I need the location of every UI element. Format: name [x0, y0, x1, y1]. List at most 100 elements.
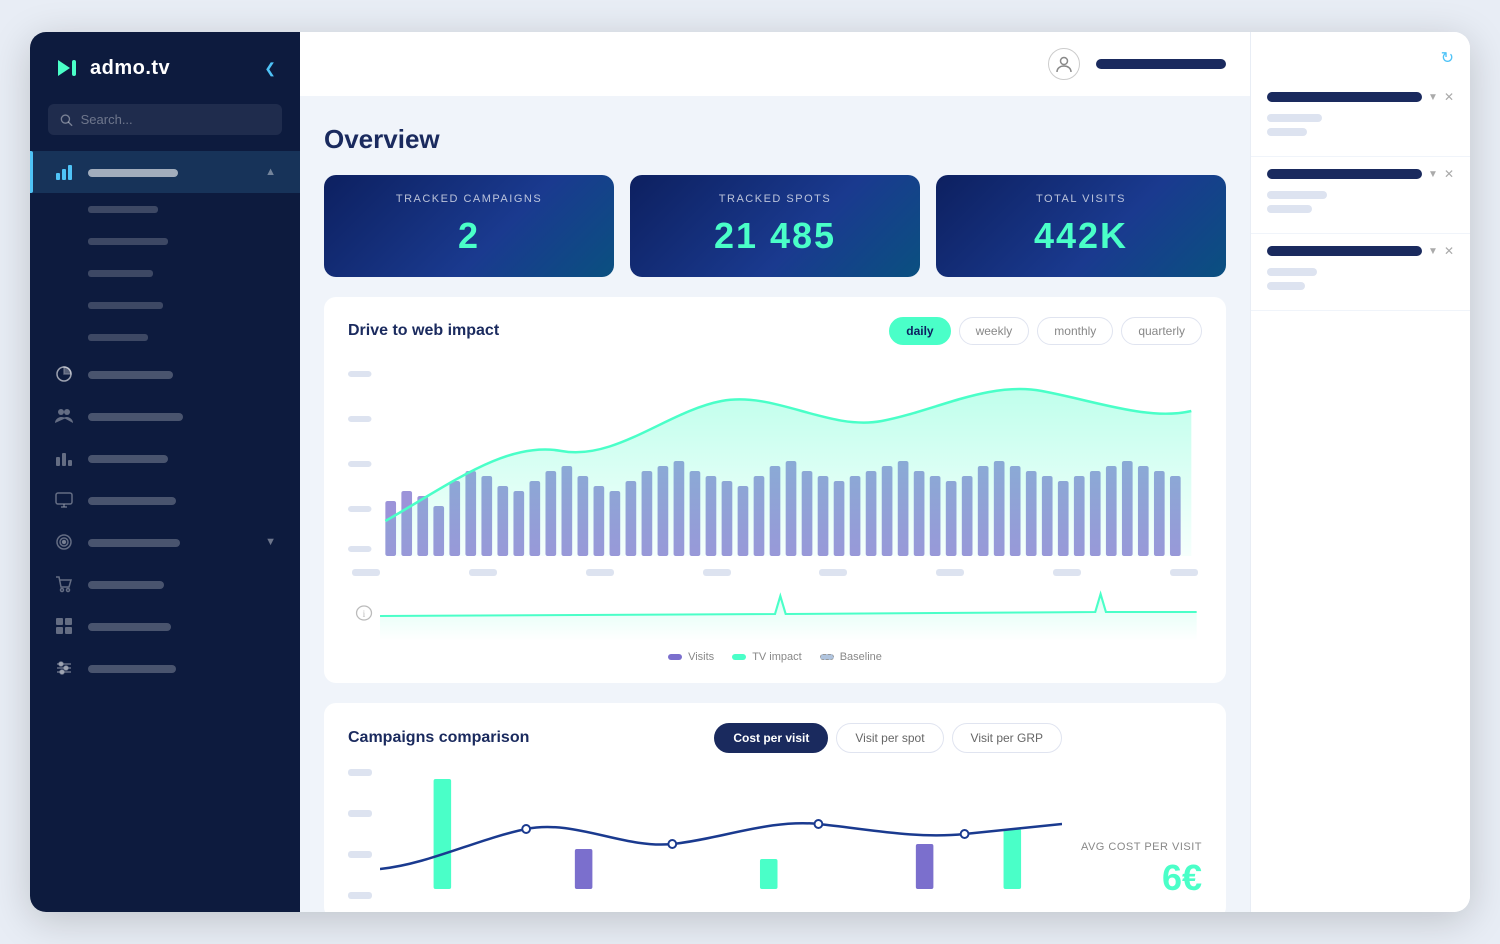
nav-label-bar-grid — [88, 623, 171, 631]
nav-target-chevron-icon: ▼ — [265, 536, 276, 548]
filter-chevron-1[interactable]: ▼ — [1428, 92, 1438, 103]
sidebar-item-grid[interactable] — [30, 605, 300, 647]
pie-chart-icon — [54, 364, 74, 384]
avg-cost-box: AVG COST PER VISIT 6€ — [1062, 723, 1202, 899]
filter-close-2[interactable]: ✕ — [1444, 167, 1454, 181]
nav-label-bar-cart — [88, 581, 164, 589]
sub-item-4[interactable] — [88, 289, 300, 321]
logo-icon — [54, 54, 82, 82]
bottom-chart-area — [380, 769, 1062, 899]
filter-close-3[interactable]: ✕ — [1444, 244, 1454, 258]
page-title: Overview — [324, 124, 1226, 155]
kpi-label-visits: TOTAL VISITS — [1036, 193, 1126, 205]
sidebar-item-target[interactable]: ▼ — [30, 521, 300, 563]
sub-item-2[interactable] — [88, 225, 300, 257]
bottom-chart-main: Campaigns comparison Cost per visit Visi… — [348, 723, 1062, 899]
search-bar[interactable] — [48, 104, 282, 135]
x-label-4 — [703, 569, 731, 576]
main-chart-area — [348, 361, 1202, 561]
filter-close-1[interactable]: ✕ — [1444, 90, 1454, 104]
chart-header: Drive to web impact daily weekly monthly… — [348, 317, 1202, 345]
x-label-6 — [936, 569, 964, 576]
sidebar-item-monitor[interactable] — [30, 479, 300, 521]
search-icon — [60, 113, 73, 127]
legend-baseline: Baseline — [820, 651, 882, 663]
btn-visit-per-grp[interactable]: Visit per GRP — [952, 723, 1062, 753]
btn-cost-per-visit[interactable]: Cost per visit — [714, 723, 828, 753]
tab-daily[interactable]: daily — [889, 317, 950, 345]
nav-label-bar-audience — [88, 413, 183, 421]
nav-label-cart — [88, 577, 276, 592]
refresh-icon[interactable]: ↻ — [1441, 48, 1454, 68]
kpi-card-spots: TRACKED SPOTS 21 485 — [630, 175, 920, 277]
tab-monthly[interactable]: monthly — [1037, 317, 1113, 345]
bottom-y-labels — [348, 769, 372, 899]
legend-baseline-dot — [820, 654, 834, 660]
kpi-row: TRACKED CAMPAIGNS 2 TRACKED SPOTS 21 485… — [324, 175, 1226, 277]
nav-label-grid — [88, 619, 276, 634]
search-input[interactable] — [81, 112, 270, 127]
logo-chevron-icon[interactable]: ❮ — [264, 60, 276, 77]
sidebar-item-analytics[interactable] — [30, 353, 300, 395]
mini-chart-svg: i — [348, 586, 1202, 641]
tab-weekly[interactable]: weekly — [959, 317, 1030, 345]
filter-chevron-3[interactable]: ▼ — [1428, 246, 1438, 257]
filter-group-1: ▼ ✕ — [1251, 80, 1470, 157]
y-bar-2 — [348, 810, 372, 817]
filter-header-1: ▼ ✕ — [1267, 90, 1454, 104]
nav-label-bar-target — [88, 539, 180, 547]
x-label-2 — [469, 569, 497, 576]
legend-visits-dot — [668, 654, 682, 660]
sub-bar-4 — [88, 302, 163, 309]
sub-item-3[interactable] — [88, 257, 300, 289]
nav-label-bar-monitor — [88, 497, 176, 505]
campaigns-comparison-title: Campaigns comparison — [348, 729, 529, 747]
filter-sub-1a — [1267, 114, 1322, 122]
drive-to-web-title: Drive to web impact — [348, 322, 499, 340]
chart-x-labels — [348, 569, 1202, 576]
logo-text: admo.tv — [90, 57, 170, 80]
nav-label-bar — [88, 169, 178, 177]
sub-bar-2 — [88, 238, 168, 245]
nav-section-main: ▲ — [30, 151, 300, 697]
topbar — [300, 32, 1250, 96]
sidebar-item-reports[interactable] — [30, 437, 300, 479]
cart-icon — [54, 574, 74, 594]
sidebar-item-audience[interactable] — [30, 395, 300, 437]
nav-label-bar-analytics — [88, 371, 173, 379]
sidebar-item-dashboard[interactable]: ▲ — [30, 151, 300, 193]
kpi-label-campaigns: TRACKED CAMPAIGNS — [396, 193, 542, 205]
sub-item-5[interactable] — [88, 321, 300, 353]
svg-text:i: i — [363, 610, 366, 620]
sub-item-1[interactable] — [88, 193, 300, 225]
sub-menu — [30, 193, 300, 353]
sidebar-item-settings[interactable] — [30, 647, 300, 689]
y-bar-3 — [348, 851, 372, 858]
nav-label-analytics — [88, 367, 276, 382]
filter-sub-1b — [1267, 128, 1307, 136]
nav-label-monitor — [88, 493, 276, 508]
app-container: admo.tv ❮ — [30, 32, 1470, 912]
right-panel: ↻ ▼ ✕ ▼ ✕ ▼ ✕ — [1250, 32, 1470, 912]
filter-sub-3b — [1267, 282, 1305, 290]
sidebar-item-cart[interactable] — [30, 563, 300, 605]
filter-sub-3a — [1267, 268, 1317, 276]
tab-quarterly[interactable]: quarterly — [1121, 317, 1202, 345]
filter-chevron-2[interactable]: ▼ — [1428, 169, 1438, 180]
x-label-5 — [819, 569, 847, 576]
main-area: Overview TRACKED CAMPAIGNS 2 TRACKED SPO… — [300, 32, 1250, 912]
user-avatar[interactable] — [1048, 48, 1080, 80]
legend-tv-impact-label: TV impact — [752, 651, 802, 663]
filter-sub-2b — [1267, 205, 1312, 213]
nav-label-settings — [88, 661, 276, 676]
mini-chart-area: i — [348, 586, 1202, 641]
btn-visit-per-spot[interactable]: Visit per spot — [836, 723, 943, 753]
filter-header-3: ▼ ✕ — [1267, 244, 1454, 258]
filter-group-2: ▼ ✕ — [1251, 157, 1470, 234]
topbar-username — [1096, 59, 1226, 69]
avg-cost-label: AVG COST PER VISIT — [1081, 841, 1202, 853]
filter-header-2: ▼ ✕ — [1267, 167, 1454, 181]
nav-label-target — [88, 535, 251, 550]
target-icon — [54, 532, 74, 552]
sliders-icon — [54, 658, 74, 678]
